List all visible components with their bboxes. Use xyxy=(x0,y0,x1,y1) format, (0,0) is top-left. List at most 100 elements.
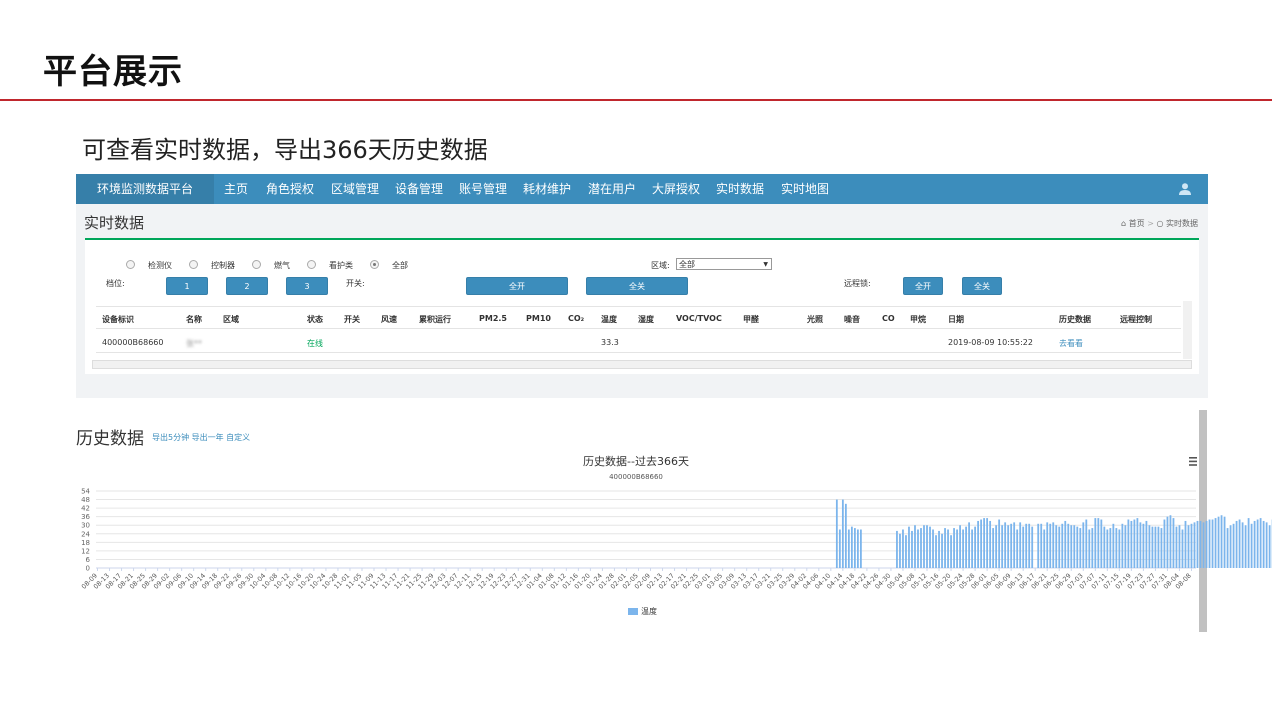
x-tick-label-50: 02-25 xyxy=(681,572,700,591)
col-formaldehyde[interactable]: 甲醛 xyxy=(743,314,759,325)
bar-376 xyxy=(1226,528,1229,568)
slot-2-button[interactable]: 2 xyxy=(226,277,268,295)
bar-388 xyxy=(1262,520,1265,568)
table-vertical-scrollbar[interactable] xyxy=(1183,301,1192,359)
x-tick-label-90: 08-04 xyxy=(1162,572,1181,591)
breadcrumb-home[interactable]: 首页 xyxy=(1129,219,1145,228)
bar-246 xyxy=(835,499,838,568)
x-tick-label-49: 02-21 xyxy=(669,572,688,591)
bar-386 xyxy=(1256,519,1259,568)
radio-all[interactable] xyxy=(370,260,379,269)
switch-all-on-button[interactable]: 全开 xyxy=(466,277,568,295)
col-noise[interactable]: 噪音 xyxy=(844,314,860,325)
bar-289 xyxy=(965,526,967,568)
x-tick-label-16: 10-12 xyxy=(272,572,291,591)
history-export-links[interactable]: 导出5分钟 导出一年 自定义 xyxy=(152,432,250,443)
bar-383 xyxy=(1247,518,1250,568)
nav-item-realtime-data[interactable]: 实时数据 xyxy=(716,174,764,204)
bar-329 xyxy=(1085,519,1088,568)
chart-subtitle: 400000B68660 xyxy=(609,473,663,481)
brand-logo[interactable]: 环境监测数据平台 xyxy=(76,174,214,204)
cell-temperature: 33.3 xyxy=(601,338,619,347)
x-tick-label-17: 10-16 xyxy=(284,572,303,591)
radio-care[interactable] xyxy=(307,260,316,269)
cell-history-link[interactable]: 去看看 xyxy=(1059,338,1083,349)
breadcrumb-separator: > xyxy=(1147,219,1154,228)
x-tick-label-43: 01-28 xyxy=(597,572,616,591)
bar-288 xyxy=(962,529,964,568)
bar-335 xyxy=(1103,526,1106,568)
bar-344 xyxy=(1130,520,1133,568)
table-horizontal-scrollbar[interactable] xyxy=(92,360,1192,369)
col-light[interactable]: 光照 xyxy=(807,314,823,325)
bar-379 xyxy=(1235,520,1238,568)
x-tick-label-19: 10-24 xyxy=(308,572,327,591)
nav-item-devices[interactable]: 设备管理 xyxy=(395,174,443,204)
bar-346 xyxy=(1136,518,1139,568)
col-wind[interactable]: 风速 xyxy=(381,314,397,325)
cell-name: 张** xyxy=(186,339,202,348)
radio-detector[interactable] xyxy=(126,260,135,269)
col-runtime[interactable]: 累积运行 xyxy=(419,314,451,325)
col-co2[interactable]: CO₂ xyxy=(568,314,584,323)
radio-gas[interactable] xyxy=(252,260,261,269)
page-scrollbar[interactable] xyxy=(1199,410,1207,632)
col-remote-control[interactable]: 远程控制 xyxy=(1120,314,1152,325)
col-temperature[interactable]: 温度 xyxy=(601,314,617,325)
region-select[interactable]: 全部 ▼ xyxy=(676,258,772,270)
col-pm25[interactable]: PM2.5 xyxy=(479,314,507,323)
x-tick-label-46: 02-09 xyxy=(633,572,652,591)
slot-1-button[interactable]: 1 xyxy=(166,277,208,295)
col-date[interactable]: 日期 xyxy=(948,314,964,325)
nav-item-home[interactable]: 主页 xyxy=(224,174,248,204)
nav-item-consumables[interactable]: 耗材维护 xyxy=(523,174,571,204)
col-switch[interactable]: 开关 xyxy=(344,314,360,325)
col-humidity[interactable]: 湿度 xyxy=(638,314,654,325)
nav-item-accounts[interactable]: 账号管理 xyxy=(459,174,507,204)
col-name[interactable]: 名称 xyxy=(186,314,202,325)
bar-308 xyxy=(1022,526,1025,568)
col-device-id[interactable]: 设备标识 xyxy=(102,314,134,325)
x-tick-label-22: 11-05 xyxy=(344,572,363,591)
bar-340 xyxy=(1118,529,1121,568)
bar-350 xyxy=(1148,525,1151,568)
bar-304 xyxy=(1010,523,1013,568)
col-region[interactable]: 区域 xyxy=(223,314,239,325)
slide-subtitle: 可查看实时数据，导出366天历史数据 xyxy=(82,136,488,164)
chart-legend[interactable]: 温度 xyxy=(628,606,657,617)
bar-384 xyxy=(1250,523,1253,568)
col-voc[interactable]: VOC/TVOC xyxy=(676,314,722,323)
radio-controller[interactable] xyxy=(189,260,198,269)
bar-372 xyxy=(1214,518,1217,568)
x-tick-label-70: 05-16 xyxy=(921,572,940,591)
y-tick-label-4: 24 xyxy=(81,530,90,538)
slot-3-button[interactable]: 3 xyxy=(286,277,328,295)
nav-item-roles[interactable]: 角色授权 xyxy=(266,174,314,204)
x-tick-label-69: 05-12 xyxy=(909,572,928,591)
bar-271 xyxy=(911,530,913,568)
bar-381 xyxy=(1241,522,1244,568)
bar-254 xyxy=(859,529,862,568)
x-tick-label-78: 06-17 xyxy=(1018,572,1037,591)
menu-icon[interactable] xyxy=(1189,457,1197,466)
x-tick-label-73: 05-28 xyxy=(957,572,976,591)
bar-315 xyxy=(1043,529,1046,568)
remote-all-off-button[interactable]: 全关 xyxy=(962,277,1002,295)
user-icon[interactable] xyxy=(1178,182,1192,196)
nav-item-realtime-map[interactable]: 实时地图 xyxy=(781,174,829,204)
remote-all-on-button[interactable]: 全开 xyxy=(903,277,943,295)
col-co[interactable]: CO xyxy=(882,314,895,323)
switch-all-off-button[interactable]: 全关 xyxy=(586,277,688,295)
page-title: 实时数据 xyxy=(84,214,145,232)
nav-item-regions[interactable]: 区域管理 xyxy=(331,174,379,204)
x-tick-label-33: 12-19 xyxy=(477,572,496,591)
col-history[interactable]: 历史数据 xyxy=(1059,314,1091,325)
bar-311 xyxy=(1031,526,1034,568)
nav-item-potential-users[interactable]: 潜在用户 xyxy=(588,174,636,204)
x-tick-label-18: 10-20 xyxy=(296,572,315,591)
bar-249 xyxy=(844,503,847,568)
col-status[interactable]: 状态 xyxy=(307,314,323,325)
col-pm10[interactable]: PM10 xyxy=(526,314,551,323)
col-methane[interactable]: 甲烷 xyxy=(910,314,926,325)
nav-item-screen-auth[interactable]: 大屏授权 xyxy=(652,174,700,204)
